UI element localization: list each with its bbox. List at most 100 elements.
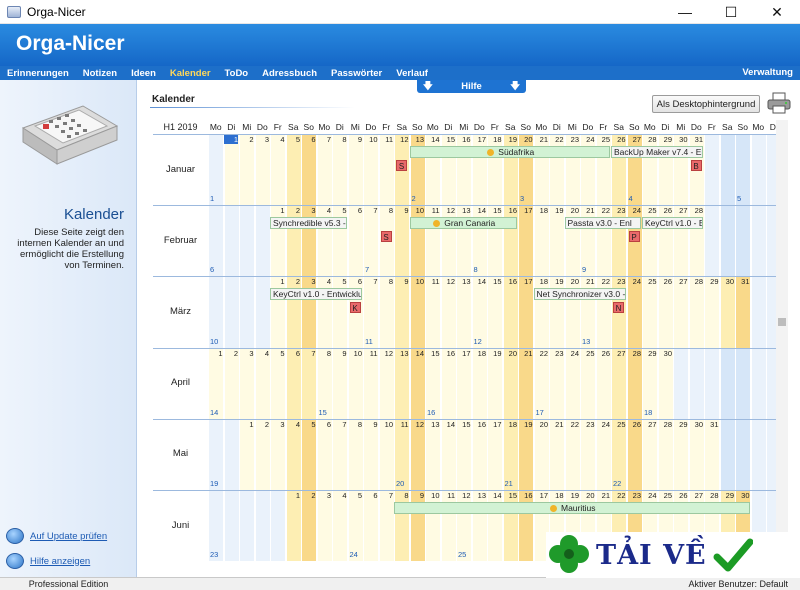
day-cell[interactable]	[704, 277, 719, 348]
day-cell[interactable]	[518, 348, 533, 419]
day-cell[interactable]	[363, 135, 378, 206]
day-cell[interactable]	[518, 277, 533, 348]
day-cell[interactable]	[440, 348, 456, 419]
day-cell[interactable]	[378, 348, 394, 419]
day-cell[interactable]	[673, 277, 688, 348]
day-cell[interactable]	[657, 277, 673, 348]
day-cell[interactable]	[425, 277, 440, 348]
maximize-button[interactable]: ☐	[708, 0, 754, 24]
day-cell[interactable]	[270, 135, 285, 206]
day-cell[interactable]	[502, 277, 518, 348]
day-cell[interactable]	[456, 419, 471, 490]
day-cell[interactable]	[363, 491, 378, 562]
day-cell[interactable]	[487, 348, 502, 419]
day-cell[interactable]	[239, 348, 254, 419]
day-cell[interactable]	[301, 348, 316, 419]
day-cell[interactable]	[363, 419, 378, 490]
day-cell[interactable]	[688, 277, 704, 348]
day-cell[interactable]	[595, 419, 611, 490]
event-badge[interactable]: N	[613, 302, 624, 314]
day-cell[interactable]	[363, 348, 378, 419]
day-cell[interactable]	[378, 277, 394, 348]
day-cell[interactable]	[270, 348, 285, 419]
day-cell[interactable]	[285, 348, 301, 419]
event-badge[interactable]: P	[628, 231, 640, 243]
event-bar[interactable]: KeyCtrl v1.0 - En	[642, 217, 703, 230]
day-cell[interactable]	[347, 419, 363, 490]
day-cell[interactable]	[580, 419, 595, 490]
day-cell[interactable]	[704, 419, 719, 490]
day-cell[interactable]	[316, 491, 332, 562]
day-cell[interactable]	[378, 491, 394, 562]
day-cell[interactable]	[471, 419, 487, 490]
day-cell[interactable]	[502, 348, 518, 419]
day-cell[interactable]	[549, 206, 564, 277]
day-cell[interactable]	[688, 419, 704, 490]
day-cell[interactable]	[626, 348, 642, 419]
day-cell[interactable]	[394, 206, 409, 277]
day-cell[interactable]	[719, 277, 735, 348]
help-tab[interactable]: 🡇 Hilfe 🡇	[417, 80, 526, 93]
event-badge[interactable]: S	[396, 160, 407, 171]
day-cell[interactable]	[254, 135, 270, 206]
day-cell[interactable]	[347, 206, 363, 277]
update-link[interactable]: Auf Update prüfen	[6, 528, 107, 544]
day-cell[interactable]	[223, 135, 239, 206]
day-cell[interactable]	[301, 135, 316, 206]
day-cell[interactable]	[549, 419, 564, 490]
day-cell[interactable]	[626, 277, 642, 348]
nav-verlauf[interactable]: Verlauf	[389, 68, 435, 79]
day-cell[interactable]	[254, 419, 270, 490]
day-cell[interactable]	[347, 348, 363, 419]
day-cell[interactable]	[223, 348, 239, 419]
day-cell[interactable]	[332, 419, 347, 490]
help-link[interactable]: Hilfe anzeigen	[6, 553, 90, 569]
day-cell[interactable]	[378, 419, 394, 490]
day-cell[interactable]	[487, 419, 502, 490]
day-cell[interactable]	[642, 419, 657, 490]
day-cell[interactable]	[270, 419, 285, 490]
event-bar[interactable]: BackUp Maker v7.4 - En	[611, 146, 703, 158]
scrollbar-thumb[interactable]	[778, 318, 786, 326]
day-cell[interactable]	[487, 277, 502, 348]
day-cell[interactable]	[347, 135, 363, 206]
nav-adressbuch[interactable]: Adressbuch	[255, 68, 324, 79]
day-cell[interactable]	[285, 491, 301, 562]
day-cell[interactable]	[316, 135, 332, 206]
day-cell[interactable]	[518, 206, 533, 277]
event-bar[interactable]: Synchredible v5.3 -	[270, 217, 347, 230]
day-cell[interactable]	[239, 419, 254, 490]
day-cell[interactable]	[332, 348, 347, 419]
day-cell[interactable]	[332, 135, 347, 206]
day-cell[interactable]	[533, 206, 549, 277]
day-cell[interactable]	[471, 348, 487, 419]
day-cell[interactable]	[254, 348, 270, 419]
day-cell[interactable]	[595, 348, 611, 419]
event-badge[interactable]: K	[349, 302, 361, 314]
day-cell[interactable]	[409, 419, 425, 490]
day-cell[interactable]	[425, 419, 440, 490]
day-cell[interactable]	[456, 348, 471, 419]
day-cell[interactable]	[642, 277, 657, 348]
day-cell[interactable]	[440, 277, 456, 348]
event-bar[interactable]: Passta v3.0 - Enl	[564, 217, 641, 230]
event-bar[interactable]: Mauritius	[394, 502, 750, 514]
day-cell[interactable]	[332, 491, 347, 562]
nav-passwoerter[interactable]: Passwörter	[324, 68, 389, 79]
day-cell[interactable]	[657, 419, 673, 490]
day-cell[interactable]	[301, 491, 316, 562]
day-cell[interactable]	[440, 419, 456, 490]
nav-verwaltung[interactable]: Verwaltung	[742, 67, 793, 78]
minimize-button[interactable]: —	[662, 0, 708, 24]
event-badge[interactable]: S	[380, 231, 392, 243]
day-cell[interactable]	[239, 135, 254, 206]
day-cell[interactable]	[285, 419, 301, 490]
nav-ideen[interactable]: Ideen	[124, 68, 163, 79]
day-cell[interactable]	[626, 419, 642, 490]
day-cell[interactable]	[549, 348, 564, 419]
nav-kalender[interactable]: Kalender	[163, 68, 218, 79]
day-cell[interactable]	[735, 277, 750, 348]
day-cell[interactable]	[456, 277, 471, 348]
day-cell[interactable]	[409, 348, 425, 419]
day-cell[interactable]	[673, 419, 688, 490]
